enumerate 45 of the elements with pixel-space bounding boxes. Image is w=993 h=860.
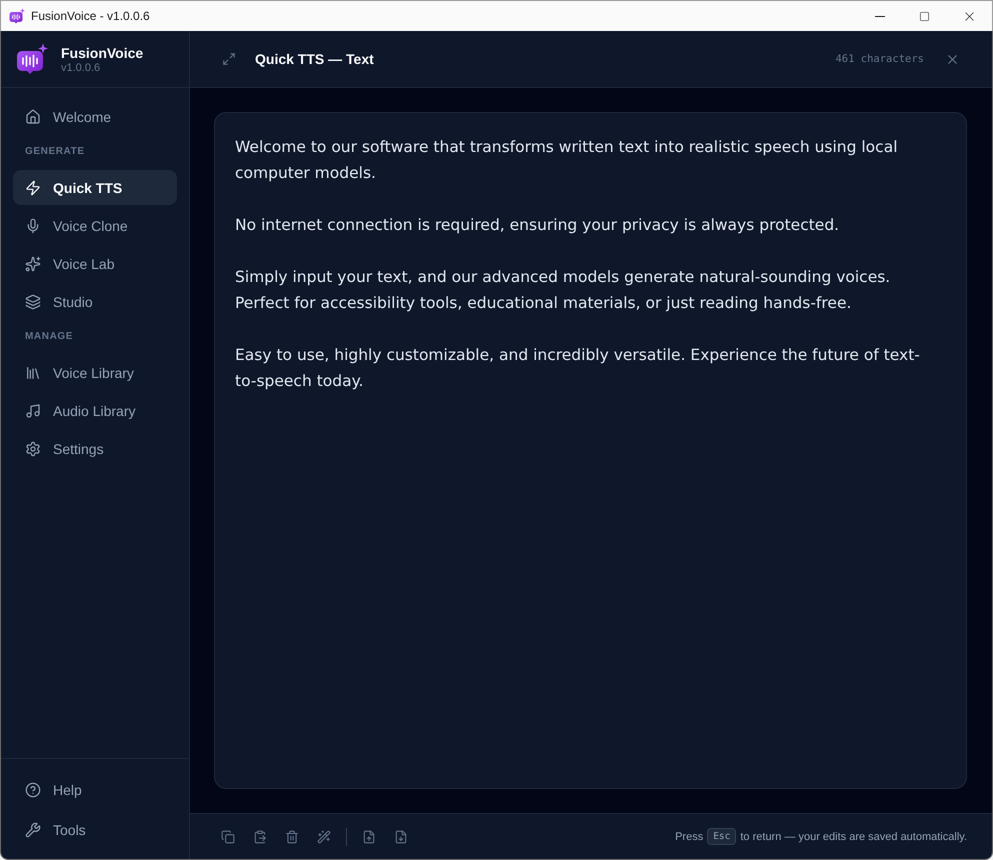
nav-item[interactable]: Voice Library [13, 355, 177, 390]
clipboard-arrow-icon [253, 830, 267, 844]
layers-icon [25, 294, 41, 310]
nav-item[interactable]: Voice Clone [13, 208, 177, 243]
lightning-icon [25, 180, 41, 196]
settings-icon [25, 440, 41, 456]
wrench-icon [25, 822, 41, 838]
expand-icon [222, 52, 236, 66]
hint-text: to return — your edits are saved automatically. [740, 830, 967, 842]
esc-key: Esc [707, 828, 736, 845]
editor-paragraph: No internet connection is required, ensuring your privacy is always protected. [235, 215, 840, 236]
library-icon [25, 364, 41, 380]
section-heading: GENERATE [24, 145, 86, 159]
app-version: v1.0.0.6 [61, 62, 102, 74]
file-download-icon [394, 830, 408, 844]
nav-item[interactable]: Voice Lab [13, 246, 177, 281]
nav-item[interactable]: Quick TTS [13, 170, 177, 205]
window-title: FusionVoice - v1.0.0.6 [31, 9, 150, 23]
nav-item[interactable]: Help [13, 772, 177, 807]
music-note-icon [25, 402, 41, 418]
section-heading: MANAGE [24, 330, 74, 344]
maximize-icon [919, 10, 930, 22]
hint-text: Press [675, 830, 704, 842]
file-upload-icon [362, 830, 376, 844]
panel-title: Quick TTS — Text [255, 51, 374, 67]
nav-item[interactable]: Welcome [13, 99, 177, 134]
nav-item[interactable]: Settings [13, 431, 177, 466]
microphone-icon [25, 218, 41, 234]
sparkles-icon [25, 256, 41, 272]
app-logo-icon [9, 8, 25, 24]
nav-item[interactable]: Studio [13, 284, 177, 319]
magic-wand-icon [317, 830, 331, 844]
editor-paragraph: Easy to use, highly customizable, and incredibly versatile. Experience the future of text-to-speech today. [235, 345, 921, 392]
nav-item[interactable]: Tools [13, 812, 177, 847]
trash-icon [285, 830, 299, 844]
help-icon [25, 782, 41, 798]
house-icon [25, 108, 41, 124]
copy-icon [221, 830, 235, 844]
brand-logo-icon [16, 43, 48, 75]
character-count: 461 characters [835, 53, 924, 65]
nav-item[interactable]: Audio Library [13, 393, 177, 428]
text-editor[interactable] [214, 112, 967, 789]
editor-paragraph: Simply input your text, and our advanced models generate natural-sounding voices. Perfect for accessibility tools, educational materials, or just reading hands-free. [235, 267, 892, 314]
editor-paragraph: Welcome to our software that transforms written text into realistic speech using local computer models. [235, 137, 898, 184]
app-name: FusionVoice [61, 44, 144, 60]
